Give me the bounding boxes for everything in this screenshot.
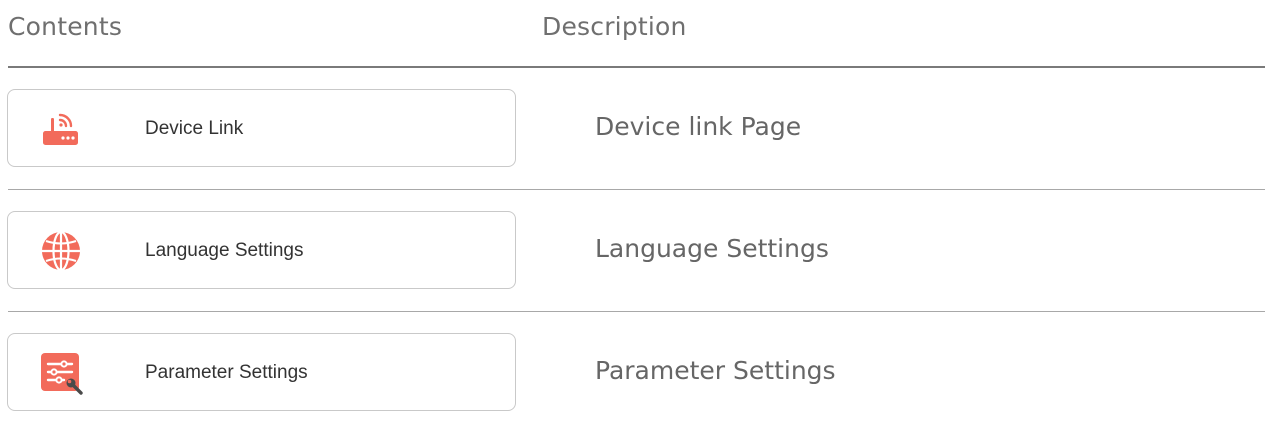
language-settings-button[interactable]: Language Settings: [7, 211, 516, 289]
parameter-settings-icon: [40, 352, 83, 395]
contents-column-header: Contents: [8, 12, 123, 41]
table-header: Contents Description: [0, 0, 1265, 68]
table-row: Device Link Device link Page: [0, 68, 1265, 190]
device-link-button-label: Device Link: [145, 118, 244, 139]
globe-icon: [40, 230, 82, 272]
table-row: Language Settings Language Settings: [0, 190, 1265, 312]
router-wifi-icon: [40, 108, 82, 150]
device-link-button[interactable]: Device Link: [7, 89, 516, 167]
language-settings-button-label: Language Settings: [145, 240, 304, 261]
device-link-description: Device link Page: [595, 112, 802, 141]
parameter-settings-button-label: Parameter Settings: [145, 362, 308, 383]
table-row: Parameter Settings Parameter Settings: [0, 312, 1265, 434]
parameter-settings-description: Parameter Settings: [595, 356, 836, 385]
parameter-settings-button[interactable]: Parameter Settings: [7, 333, 516, 411]
description-column-header: Description: [542, 12, 687, 41]
language-settings-description: Language Settings: [595, 234, 829, 263]
